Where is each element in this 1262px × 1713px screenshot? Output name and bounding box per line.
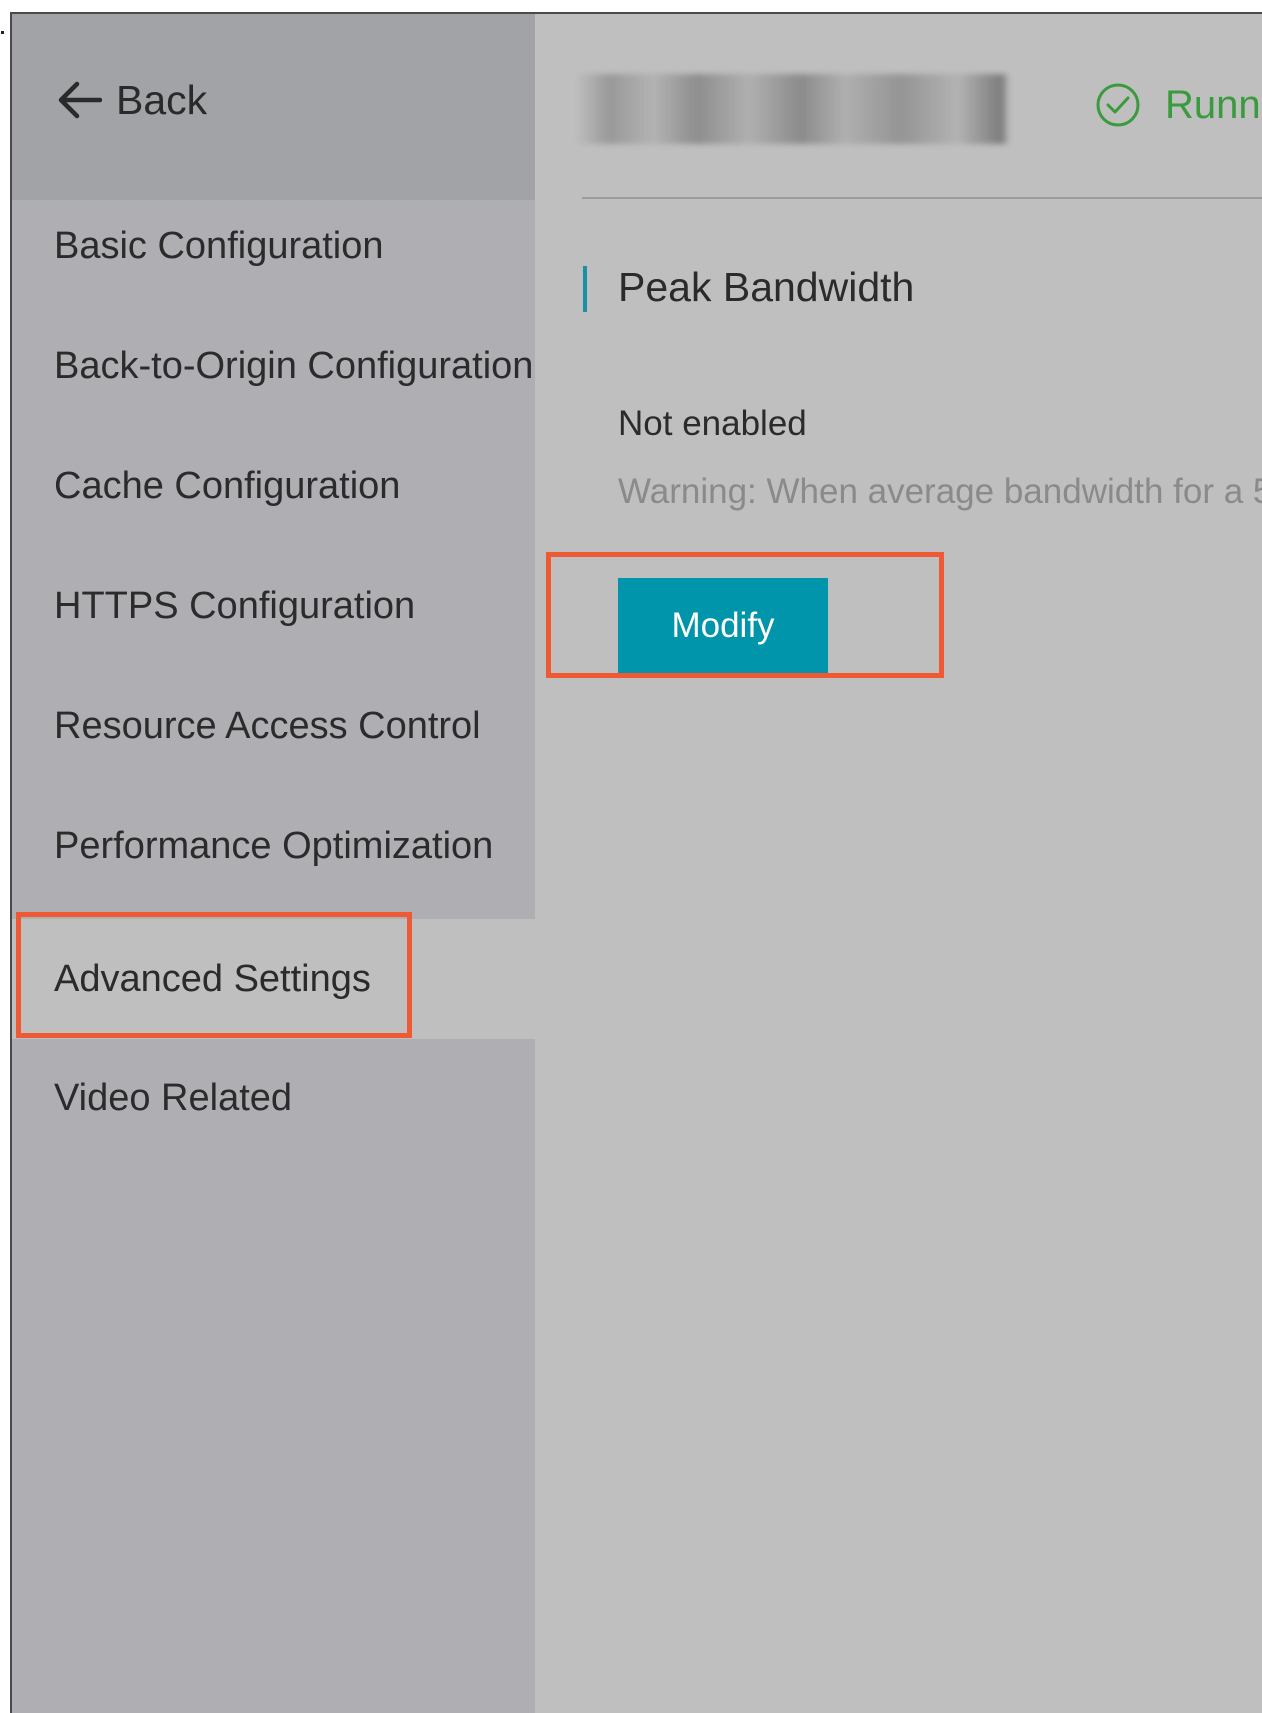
- section-title: Peak Bandwidth: [618, 264, 915, 310]
- sidebar: Back Basic Configuration Back-to-Origin …: [12, 14, 535, 1713]
- check-circle-icon: [1096, 83, 1140, 127]
- domain-name-redacted: [575, 74, 1010, 144]
- back-label: Back: [116, 76, 208, 123]
- peak-bandwidth-status: Not enabled: [618, 404, 807, 443]
- main-content: Runni Peak Bandwidth Not enabled Warning…: [535, 14, 1262, 1713]
- sidebar-item-performance-optimization[interactable]: Performance Optimization: [12, 786, 535, 906]
- header-divider: [582, 197, 1262, 199]
- status-indicator: Runni: [1095, 82, 1262, 128]
- warning-text: Warning: When average bandwidth for a 5: [618, 472, 1262, 511]
- console-window: Back Basic Configuration Back-to-Origin …: [10, 12, 1262, 1713]
- sidebar-item-https-configuration[interactable]: HTTPS Configuration: [12, 546, 535, 666]
- back-button[interactable]: Back: [12, 14, 535, 200]
- sidebar-item-resource-access-control[interactable]: Resource Access Control: [12, 666, 535, 786]
- modify-button[interactable]: Modify: [618, 578, 828, 673]
- sidebar-item-video-related[interactable]: Video Related: [12, 1038, 535, 1158]
- sidebar-item-basic-configuration[interactable]: Basic Configuration: [12, 186, 535, 306]
- stray-dot: [1, 31, 4, 34]
- section-accent-bar: [583, 266, 587, 312]
- status-label: Runni: [1165, 82, 1262, 127]
- arrow-left-icon: [58, 81, 102, 119]
- sidebar-item-advanced-settings[interactable]: Advanced Settings: [12, 919, 535, 1039]
- sidebar-item-cache-configuration[interactable]: Cache Configuration: [12, 426, 535, 546]
- sidebar-item-back-to-origin-configuration[interactable]: Back-to-Origin Configuration: [12, 306, 535, 426]
